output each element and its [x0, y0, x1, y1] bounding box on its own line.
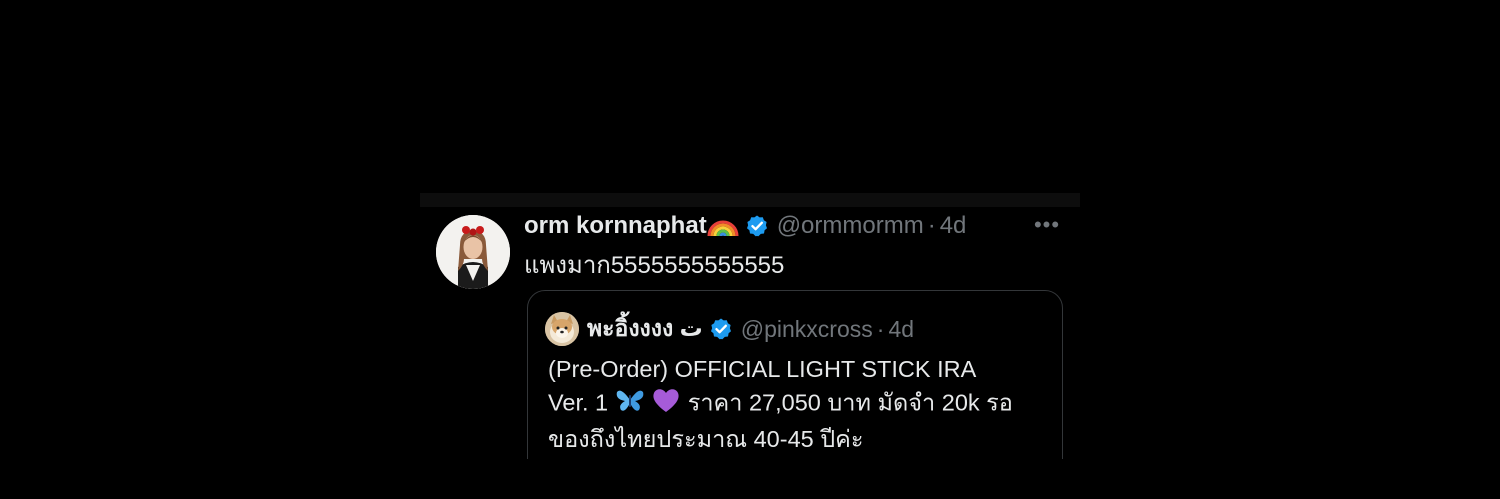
- quoted-avatar[interactable]: [545, 312, 579, 346]
- quoted-text-line-1: (Pre-Order) OFFICIAL LIGHT STICK IRA: [548, 356, 977, 382]
- tweet-header: orm kornnaphat @ormmormm · 4d: [524, 209, 966, 243]
- verified-badge-icon: [709, 317, 733, 341]
- timestamp[interactable]: 4d: [940, 212, 967, 240]
- quoted-timestamp[interactable]: 4d: [888, 316, 914, 343]
- verified-badge-icon: [745, 214, 769, 238]
- avatar-image: [436, 215, 510, 289]
- tweet-card[interactable]: orm kornnaphat @ormmormm · 4d ••• แพงมาก…: [420, 207, 1080, 459]
- rainbow-icon: [707, 208, 739, 245]
- top-divider-strip: [420, 193, 1080, 207]
- quoted-tweet-header: พะอิ้งงงง ت @pinkxcross · 4d: [545, 311, 914, 347]
- quoted-handle[interactable]: @pinkxcross: [741, 316, 873, 343]
- handle[interactable]: @ormmormm: [777, 212, 924, 240]
- avatar[interactable]: [436, 215, 510, 289]
- separator-dot: ·: [876, 315, 885, 342]
- quoted-display-name[interactable]: พะอิ้งงงง ت: [587, 311, 703, 347]
- tweet-text: แพงมาก5555555555555: [524, 252, 785, 279]
- quoted-text-line-2: Ver. 1 ราคา 27,050 บาท มัดจำ 20k รอ: [548, 386, 1048, 423]
- more-options-icon[interactable]: •••: [1032, 211, 1062, 239]
- quoted-tweet-text: (Pre-Order) OFFICIAL LIGHT STICK IRA Ver…: [548, 353, 1048, 456]
- separator-dot: ·: [927, 212, 936, 239]
- quoted-text-line-3: ของถึงไทยประมาณ 40-45 ปีค่ะ: [548, 426, 864, 452]
- quoted-text-line-2-end: ราคา 27,050 บาท มัดจำ 20k รอ: [687, 389, 1013, 416]
- display-name[interactable]: orm kornnaphat: [524, 212, 707, 240]
- quoted-text-line-2-start: Ver. 1: [548, 389, 609, 416]
- quoted-tweet[interactable]: พะอิ้งงงง ت @pinkxcross · 4d (Pre-Order)…: [527, 290, 1063, 459]
- quoted-avatar-image: [545, 312, 579, 346]
- butterfly-icon: [615, 387, 645, 422]
- purple-heart-icon: [651, 386, 681, 423]
